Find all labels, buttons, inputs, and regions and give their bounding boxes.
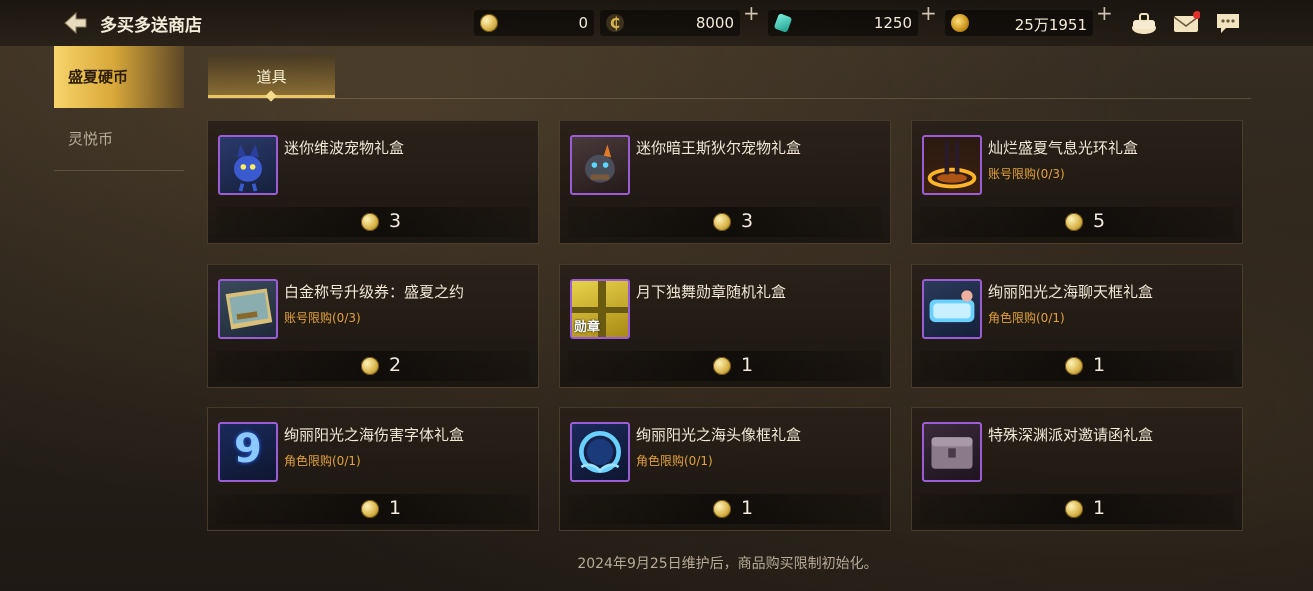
abyss-chest-icon [922,422,982,482]
currency-value: 0 [578,14,588,32]
add-gem-button[interactable]: + [920,0,937,26]
top-bar: 多买多送商店 0 ₵ 8000 + 1250 + 25万1951 + [0,0,1313,46]
summer-coin-icon [713,500,731,518]
mini-pet-dark-icon [570,135,630,195]
price-bar: 1 [568,351,882,381]
summer-coin-icon [1065,213,1083,231]
item-name: 特殊深渊派对邀请函礼盒 [988,426,1154,444]
c-coin-icon: ₵ [606,14,624,32]
shop-item-card[interactable]: 9 绚丽阳光之海伤害字体礼盒 角色限购(0/1) 1 [207,407,539,531]
shop-item-card[interactable]: 勋章 月下独舞勋章随机礼盒 1 [559,264,891,388]
currency-gold: 25万1951 [945,10,1093,36]
item-price: 1 [1093,354,1106,376]
item-name: 灿烂盛夏气息光环礼盒 [988,139,1139,157]
bag-icon[interactable] [1130,10,1158,36]
currency-value: 25万1951 [1014,16,1087,34]
back-arrow-icon[interactable] [62,10,88,36]
summer-coin-icon [1065,500,1083,518]
item-limit: 账号限购(0/3) [988,167,1065,181]
sidebar-divider [54,170,184,171]
price-bar: 1 [920,494,1234,524]
price-bar: 1 [568,494,882,524]
sidebar-item-summer-coin[interactable]: 盛夏硬币 [54,46,184,108]
item-price: 1 [741,497,754,519]
summer-coin-icon [361,357,379,375]
item-price: 1 [1093,497,1106,519]
damage-font-glyph: 9 [234,426,262,472]
shop-item-card[interactable]: 迷你暗王斯狄尔宠物礼盒 3 [559,120,891,244]
tab-items[interactable]: 道具 [208,54,335,102]
shop-item-card[interactable]: 绚丽阳光之海头像框礼盒 角色限购(0/1) 1 [559,407,891,531]
medal-box-icon: 勋章 [570,279,630,339]
summer-coin-icon [1065,357,1083,375]
chat-icon[interactable] [1214,10,1242,36]
sidebar-item-lingyue-coin[interactable]: 灵悦币 [54,108,184,170]
currency-value: 1250 [873,14,912,32]
item-price: 3 [741,210,754,232]
item-limit: 角色限购(0/1) [636,454,713,468]
shop-item-card[interactable]: 迷你维波宠物礼盒 3 [207,120,539,244]
item-name: 绚丽阳光之海伤害字体礼盒 [284,426,465,444]
tab-active-indicator [265,90,277,102]
add-c-coin-button[interactable]: + [743,0,760,26]
item-name: 绚丽阳光之海头像框礼盒 [636,426,802,444]
summer-coin-icon [713,357,731,375]
item-name: 月下独舞勋章随机礼盒 [636,283,787,301]
item-limit: 角色限购(0/1) [988,311,1065,325]
item-name: 白金称号升级券：盛夏之约 [284,283,465,301]
item-name: 绚丽阳光之海聊天框礼盒 [988,283,1154,301]
price-bar: 3 [216,207,530,237]
summer-coin-icon [480,14,498,32]
aura-icon [922,135,982,195]
damage-font-icon: 9 [218,422,278,482]
tab-divider [208,98,1251,99]
item-price: 1 [741,354,754,376]
price-bar: 3 [568,207,882,237]
item-price: 5 [1093,210,1106,232]
mail-icon[interactable] [1172,10,1200,36]
shop-item-card[interactable]: 白金称号升级券：盛夏之约 账号限购(0/3) 2 [207,264,539,388]
item-price: 3 [389,210,402,232]
sidebar-item-label: 灵悦币 [68,130,114,148]
gold-coin-icon [951,14,969,32]
item-price: 2 [389,354,402,376]
price-bar: 2 [216,351,530,381]
sidebar-item-label: 盛夏硬币 [68,68,129,86]
price-bar: 1 [920,351,1234,381]
reset-notice: 2024年9月25日维护后，商品购买限制初始化。 [577,556,878,572]
currency-gem: 1250 [768,10,918,36]
shop-item-card[interactable]: 灿烂盛夏气息光环礼盒 账号限购(0/3) 5 [911,120,1243,244]
item-limit: 账号限购(0/3) [284,311,361,325]
item-price: 1 [389,497,402,519]
item-limit: 角色限购(0/1) [284,454,361,468]
summer-coin-icon [713,213,731,231]
page-title: 多买多送商店 [100,16,202,36]
tab-label: 道具 [256,68,287,86]
price-bar: 1 [216,494,530,524]
gem-icon [773,13,793,33]
ticket-icon [218,279,278,339]
item-name: 迷你维波宠物礼盒 [284,139,405,157]
shop-item-card[interactable]: 绚丽阳光之海聊天框礼盒 角色限购(0/1) 1 [911,264,1243,388]
currency-value: 8000 [695,14,734,32]
shop-item-card[interactable]: 特殊深渊派对邀请函礼盒 1 [911,407,1243,531]
summer-coin-icon [361,213,379,231]
currency-summer-coin: 0 [474,10,594,36]
currency-c-coin: ₵ 8000 [600,10,740,36]
item-name: 迷你暗王斯狄尔宠物礼盒 [636,139,802,157]
price-bar: 5 [920,207,1234,237]
summer-coin-icon [361,500,379,518]
mini-pet-blue-icon [218,135,278,195]
chat-frame-icon [922,279,982,339]
add-gold-button[interactable]: + [1096,0,1113,26]
avatar-frame-icon [570,422,630,482]
medal-box-label: 勋章 [574,320,601,335]
